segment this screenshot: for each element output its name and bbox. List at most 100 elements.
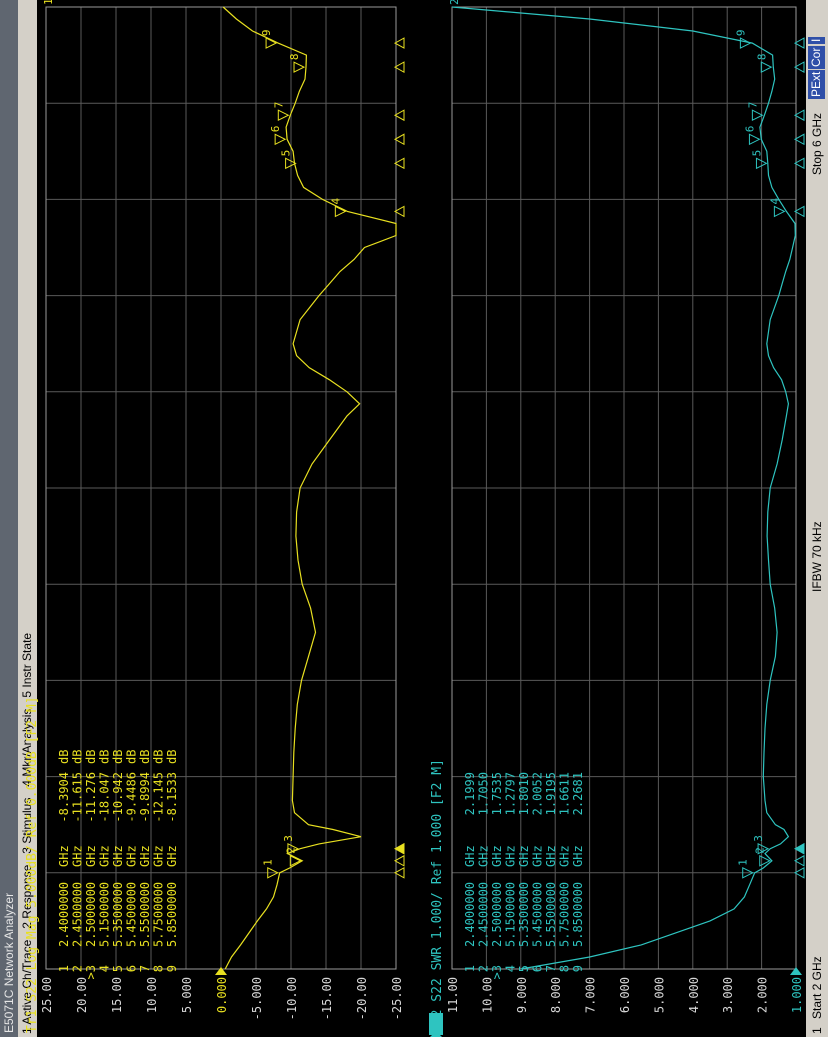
marker-readout-unit: GHz xyxy=(490,845,504,867)
marker-readout-value-unit: dB xyxy=(125,750,139,764)
marker-3-label: 3 xyxy=(282,835,295,842)
marker-readout-frequency: 5.7500000 xyxy=(558,882,572,947)
marker-readout-number: 9 xyxy=(165,965,179,972)
marker-4-icon[interactable] xyxy=(773,205,786,218)
y-tick-label: 15.00 xyxy=(110,977,124,1013)
y-tick-label: -25.00 xyxy=(390,977,404,1020)
marker-3-label: 3 xyxy=(752,835,765,842)
y-tick-label: 20.00 xyxy=(75,977,89,1013)
marker-readout-value: 1.7050 xyxy=(477,772,491,815)
marker-readout-unit: GHz xyxy=(98,845,112,867)
marker-readout-value-unit: dB xyxy=(71,750,85,764)
y-tick-label: 10.00 xyxy=(480,977,494,1013)
marker-readout-frequency: 2.4000000 xyxy=(463,882,477,947)
marker-readout-frequency: 2.5000000 xyxy=(84,882,98,947)
marker-9-label: 9 xyxy=(260,29,273,36)
y-tick-label: 9.000 xyxy=(515,977,529,1013)
y-tick-label: 2.000 xyxy=(756,977,770,1013)
marker-8-label: 8 xyxy=(288,54,301,61)
reference-level-arrow-icon xyxy=(790,967,802,975)
marker-readout-value: 2.0052 xyxy=(531,772,545,815)
marker-readout-frequency: 2.4000000 xyxy=(57,882,71,947)
marker-1-label: 1 xyxy=(262,859,275,866)
y-tick-label: 1.000 xyxy=(790,977,804,1013)
y-tick-label: 7.000 xyxy=(584,977,598,1013)
marker-readout-value-unit: dB xyxy=(98,750,112,764)
y-tick-label: 3.000 xyxy=(721,977,735,1013)
y-tick-label: 0.000 xyxy=(215,977,229,1013)
marker-readout-unit: GHz xyxy=(111,845,125,867)
y-tick-label: 6.000 xyxy=(618,977,632,1013)
marker-readout-value: 1.9195 xyxy=(544,772,558,815)
marker-readout-value: 1.7535 xyxy=(490,772,504,815)
marker-7-label: 7 xyxy=(746,102,759,109)
marker-readout-value: -11.276 xyxy=(84,772,98,823)
marker-readout-number: 7 xyxy=(138,965,152,972)
marker-readout-unit: GHz xyxy=(571,845,585,867)
status-more-badge: I xyxy=(808,36,825,44)
marker-7-icon[interactable] xyxy=(277,109,290,122)
marker-readout-frequency: 2.4500000 xyxy=(477,882,491,947)
marker-readout-frequency: 5.4500000 xyxy=(125,882,139,947)
marker-8-label: 8 xyxy=(755,54,768,61)
marker-9-label: 9 xyxy=(734,29,747,36)
marker-readout-number: 5 xyxy=(517,965,531,972)
marker-7-icon[interactable] xyxy=(751,109,764,122)
marker-6-icon[interactable] xyxy=(274,133,287,146)
marker-readout-value: -11.615 xyxy=(71,772,85,823)
y-tick-label: 11.00 xyxy=(446,977,460,1013)
marker-readout-value-unit: dB xyxy=(111,750,125,764)
marker-8-icon[interactable] xyxy=(293,61,306,73)
marker-4-label: 4 xyxy=(768,197,781,204)
marker-6-label: 6 xyxy=(743,126,756,133)
status-stop-frequency[interactable]: Stop 6 GHz xyxy=(806,113,828,175)
trace-end-label: 1 xyxy=(42,0,55,5)
marker-readout-unit: GHz xyxy=(165,845,179,867)
y-tick-label: 25.00 xyxy=(40,977,54,1013)
marker-readout-unit: GHz xyxy=(84,845,98,867)
marker-readout-unit: GHz xyxy=(531,845,545,867)
marker-readout-number: 9 xyxy=(571,965,585,972)
marker-5-label: 5 xyxy=(750,150,763,157)
marker-6-icon[interactable] xyxy=(748,133,761,146)
marker-readout-number: 6 xyxy=(125,965,139,972)
marker-readout-value-unit: dB xyxy=(165,750,179,764)
y-tick-label: -10.00 xyxy=(285,977,299,1020)
marker-readout-unit: GHz xyxy=(504,845,518,867)
marker-readout-frequency: 5.4500000 xyxy=(531,882,545,947)
marker-readout-unit: GHz xyxy=(544,845,558,867)
marker-readout-value-unit: dB xyxy=(152,750,166,764)
marker-readout-value: -8.1533 xyxy=(165,772,179,823)
marker-readout-number: 5 xyxy=(111,965,125,972)
marker-readout-number: 2 xyxy=(477,965,491,972)
marker-readout-number: 1 xyxy=(463,965,477,972)
y-tick-label: 5.000 xyxy=(180,977,194,1013)
y-tick-label: 10.00 xyxy=(145,977,159,1013)
y-tick-label: 5.000 xyxy=(652,977,666,1013)
marker-readout-unit: GHz xyxy=(477,845,491,867)
marker-readout-value-unit: dB xyxy=(138,750,152,764)
trace-end-label: 2 xyxy=(448,0,461,5)
marker-5-label: 5 xyxy=(280,150,293,157)
status-channel: 1 xyxy=(810,1027,824,1034)
marker-readout-unit: GHz xyxy=(71,845,85,867)
status-start-frequency[interactable]: Start 2 GHz xyxy=(806,956,828,1019)
marker-readout-number: >3 xyxy=(490,965,504,979)
marker-readout-value-unit: dB xyxy=(84,750,98,764)
marker-8-icon[interactable] xyxy=(760,61,773,73)
marker-readout-frequency: 5.3500000 xyxy=(111,882,125,947)
marker-readout-unit: GHz xyxy=(517,845,531,867)
status-port-extension-badge[interactable]: PExt xyxy=(808,69,825,99)
marker-1-label: 1 xyxy=(737,859,750,866)
marker-readout-frequency: 5.8500000 xyxy=(165,882,179,947)
marker-9-icon[interactable] xyxy=(739,37,752,49)
marker-readout-frequency: 5.8500000 xyxy=(571,882,585,947)
trace-header-Tr2: Tr2 S22 SWR 1.000/ Ref 1.000 [F2 M] xyxy=(430,759,445,1033)
marker-6-label: 6 xyxy=(269,126,282,133)
marker-readout-frequency: 2.4500000 xyxy=(71,882,85,947)
status-correction-badge[interactable]: Cor xyxy=(808,45,825,69)
status-bar: 1 Start 2 GHz IFBW 70 kHz Stop 6 GHz PEx… xyxy=(806,0,828,1037)
marker-readout-frequency: 5.7500000 xyxy=(152,882,166,947)
marker-readout-value: -9.4486 xyxy=(125,772,139,823)
status-ifbw[interactable]: IFBW 70 kHz xyxy=(806,521,828,592)
